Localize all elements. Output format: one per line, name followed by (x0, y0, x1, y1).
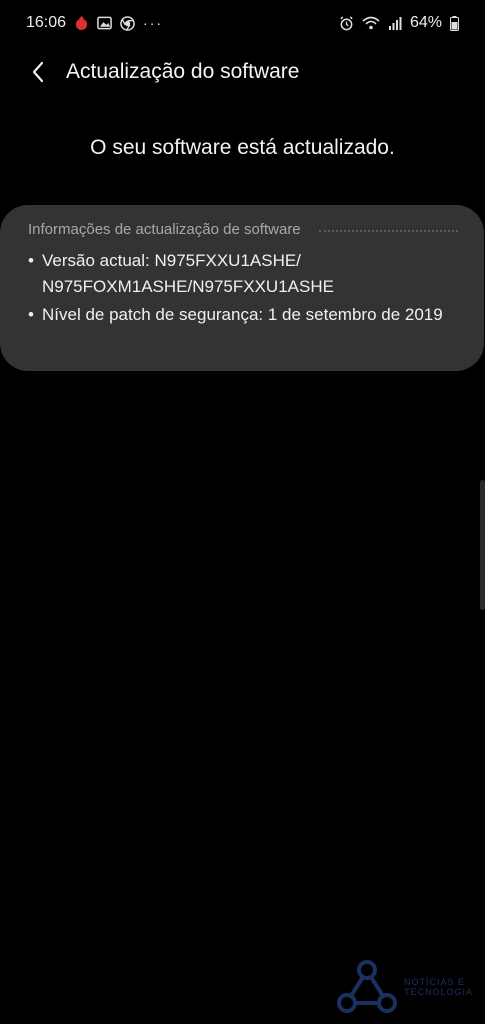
card-title: Informações de actualização de software (28, 221, 301, 238)
security-patch-text: Nível de patch de segurança: 1 de setemb… (42, 305, 443, 324)
update-info-card: Informações de actualização de software … (0, 205, 484, 371)
dotted-divider (318, 229, 458, 232)
signal-icon (388, 16, 402, 30)
image-icon (97, 16, 112, 30)
chrome-icon (120, 15, 135, 31)
more-notifications-icon: ··· (143, 15, 164, 31)
status-right: 64% (339, 14, 459, 32)
update-status-message: O seu software está actualizado. (90, 136, 395, 159)
status-left: 16:06 ··· (26, 14, 163, 32)
status-time: 16:06 (26, 14, 67, 31)
wifi-icon (362, 16, 380, 30)
watermark: NOTÍCIAS E TECNOLOGIA (336, 958, 473, 1016)
watermark-line-2: TECNOLOGIA (404, 987, 474, 997)
battery-icon (450, 15, 459, 31)
status-bar: 16:06 ··· 64% (0, 0, 485, 46)
alarm-icon (339, 15, 354, 31)
card-header: Informações de actualização de software (28, 221, 458, 238)
page-title: Actualização do software (66, 60, 300, 83)
bullet: • (28, 251, 34, 270)
bullet: • (28, 305, 34, 324)
current-version-text: Versão actual: N975FXXU1ASHE/ N975FOXM1A… (42, 251, 334, 296)
scroll-handle[interactable] (480, 480, 485, 610)
watermark-logo-icon (336, 958, 398, 1016)
app-notification-icon (74, 15, 89, 31)
chevron-left-icon (31, 61, 45, 83)
list-item-current-version: • Versão actual: N975FXXU1ASHE/ N975FOXM… (28, 248, 458, 300)
back-button[interactable] (16, 50, 60, 94)
battery-percentage: 64% (409, 14, 442, 31)
watermark-line-1: NOTÍCIAS E (404, 977, 466, 987)
watermark-text: NOTÍCIAS E TECNOLOGIA (404, 977, 473, 997)
list-item-security-patch: • Nível de patch de segurança: 1 de sete… (28, 302, 458, 328)
info-list: • Versão actual: N975FXXU1ASHE/ N975FOXM… (28, 248, 458, 328)
app-header: Actualização do software (0, 50, 485, 94)
